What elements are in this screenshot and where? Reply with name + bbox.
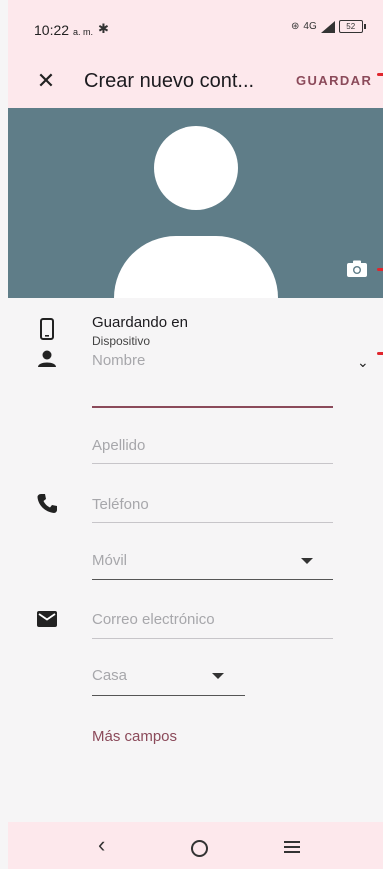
- page-title: Crear nuevo cont...: [84, 70, 255, 92]
- clock-ampm: a. m.: [72, 27, 93, 37]
- home-icon[interactable]: [191, 840, 208, 857]
- status-bar: 10:22 a. m. ✱ ⊛ 4G 52: [8, 0, 383, 56]
- status-icons: ⊛ 4G 52: [291, 20, 366, 33]
- contact-photo-area[interactable]: [8, 108, 383, 298]
- back-icon[interactable]: ‹: [98, 832, 105, 858]
- storage-subtitle[interactable]: Dispositivo: [92, 334, 150, 348]
- edge-marker: [377, 268, 383, 271]
- gear-icon: ✱: [98, 21, 109, 36]
- edge-marker: [377, 73, 383, 76]
- last-name-underline: [92, 463, 333, 464]
- avatar-head: [154, 126, 238, 210]
- chevron-down-icon[interactable]: ⌄: [357, 354, 369, 371]
- edge-marker: [377, 352, 383, 355]
- clock-time: 10:22: [34, 22, 70, 38]
- battery-icon: 52: [338, 20, 366, 33]
- phone-field[interactable]: Teléfono: [92, 496, 333, 523]
- more-fields-button[interactable]: Más campos: [92, 728, 177, 745]
- last-name-field[interactable]: Apellido: [92, 437, 333, 464]
- phone-icon: [37, 494, 57, 513]
- first-name-underline: [92, 406, 333, 408]
- storage-title[interactable]: Guardando en: [92, 314, 188, 331]
- dropdown-arrow-icon: [212, 673, 224, 679]
- email-icon: [37, 611, 57, 627]
- network-type: 4G: [303, 21, 317, 32]
- navigation-bar: ‹: [8, 822, 383, 869]
- phone-underline: [92, 522, 333, 523]
- app-bar: ✕ Crear nuevo cont... GUARDAR: [8, 56, 383, 108]
- avatar-body: [114, 236, 278, 298]
- first-name-placeholder: Nombre: [92, 352, 146, 369]
- menu-icon[interactable]: [284, 841, 300, 856]
- signal-icon: [320, 20, 335, 33]
- phone-device-icon: [40, 318, 54, 340]
- screen: 10:22 a. m. ✱ ⊛ 4G 52 ✕ Crear nuevo cont…: [8, 0, 383, 869]
- phone-type-value: Móvil: [92, 552, 128, 569]
- phone-placeholder: Teléfono: [92, 496, 149, 513]
- status-time: 10:22 a. m.: [34, 22, 93, 38]
- save-button[interactable]: GUARDAR: [296, 73, 372, 88]
- dropdown-arrow-icon: [301, 558, 313, 564]
- person-icon: [38, 350, 56, 367]
- first-name-field[interactable]: Nombre: [92, 352, 333, 408]
- email-type-underline: [92, 695, 245, 696]
- email-type-select[interactable]: Casa: [92, 667, 245, 696]
- camera-icon[interactable]: [346, 260, 368, 278]
- battery-level: 52: [346, 22, 356, 31]
- email-placeholder: Correo electrónico: [92, 611, 215, 628]
- email-type-value: Casa: [92, 667, 128, 684]
- phone-type-underline: [92, 579, 333, 580]
- nfc-icon: ⊛: [291, 21, 300, 32]
- email-field[interactable]: Correo electrónico: [92, 611, 333, 639]
- email-underline: [92, 638, 333, 639]
- phone-type-select[interactable]: Móvil: [92, 552, 333, 580]
- close-icon[interactable]: ✕: [34, 68, 58, 94]
- last-name-placeholder: Apellido: [92, 437, 146, 454]
